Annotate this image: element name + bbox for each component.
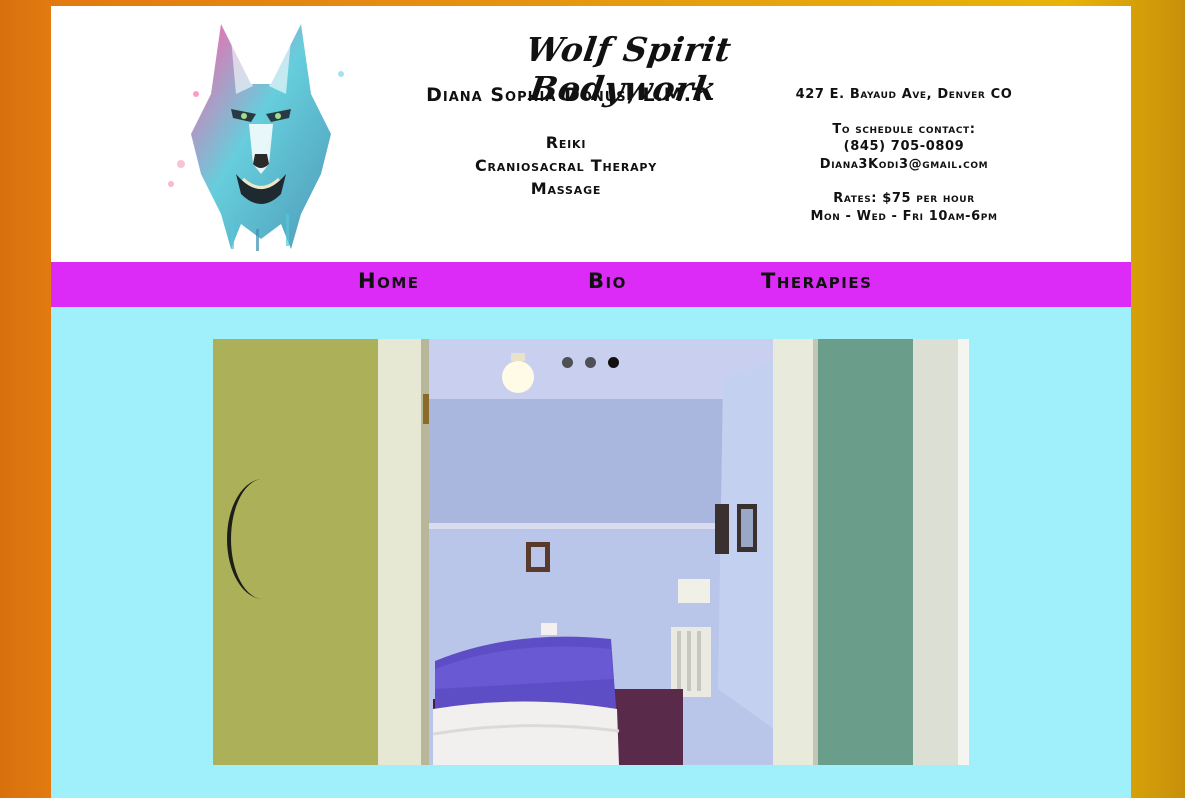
slide-dot-3[interactable] xyxy=(608,357,619,368)
slide-dot-2[interactable] xyxy=(585,357,596,368)
nav-home[interactable]: Home xyxy=(358,269,420,293)
phone-number: (845) 705-0809 xyxy=(843,139,965,154)
address: 427 E. Bayaud Ave, Denver CO xyxy=(795,87,1013,102)
service-reiki: Reiki xyxy=(545,133,587,152)
page-container: Wolf Spirit Bodywork Diana Sophia Donus,… xyxy=(51,6,1131,798)
nav-bio[interactable]: Bio xyxy=(588,269,627,293)
contact-info: 427 E. Bayaud Ave, Denver CO To schedule… xyxy=(769,86,1039,225)
service-massage: Massage xyxy=(530,179,602,198)
service-craniosacral: Craniosacral Therapy xyxy=(474,156,658,175)
photo-slideshow[interactable] xyxy=(213,339,969,765)
hours: Mon - Wed - Fri 10am-6pm xyxy=(810,208,998,224)
owner-name: Diana Sophia Donus, L.M.T xyxy=(426,84,706,106)
slideshow-dots xyxy=(562,357,619,368)
massage-room-photo xyxy=(213,339,969,765)
services-list: Reiki Craniosacral Therapy Massage xyxy=(421,131,711,200)
main-nav: Home Bio Therapies xyxy=(51,262,1131,307)
wolf-logo-icon xyxy=(168,24,344,251)
site-header: Wolf Spirit Bodywork Diana Sophia Donus,… xyxy=(51,6,1131,262)
email-address: Diana3Kodi3@gmail.com xyxy=(819,156,989,172)
rates: Rates: $75 per hour xyxy=(833,191,975,206)
nav-therapies[interactable]: Therapies xyxy=(761,269,872,293)
slide-dot-1[interactable] xyxy=(562,357,573,368)
schedule-label: To schedule contact: xyxy=(832,121,976,137)
